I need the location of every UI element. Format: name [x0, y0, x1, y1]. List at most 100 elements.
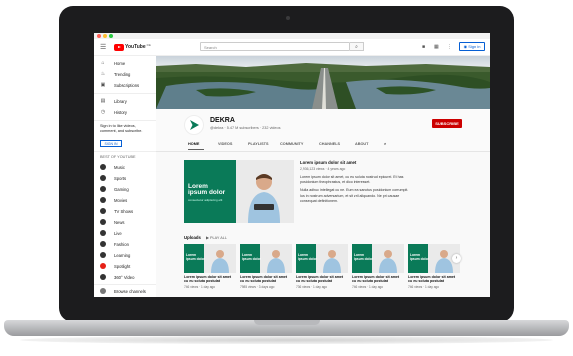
best-of-heading: BEST OF YOUTUBE	[100, 155, 136, 159]
sidebar-item-home[interactable]: ⌂ Home	[100, 59, 125, 67]
laptop-base	[4, 320, 569, 336]
video-card[interactable]: Lorem ipsum dolor Lorem ipsum dolor sit a…	[240, 244, 292, 289]
featured-desc-paragraph: Nulla adhuc intellegat cu ne. Eum ea san…	[300, 188, 409, 203]
sidebar-item-movies[interactable]: Movies	[100, 196, 127, 204]
tab-home[interactable]: HOME	[188, 142, 199, 146]
sidebar-divider	[94, 120, 156, 121]
presenter-image	[379, 250, 397, 273]
youtube-topbar: ☰ YouTube DE Search ⌕ ■ ▦ ⋮ ◉ Sign in	[94, 39, 490, 56]
sports-icon	[100, 175, 106, 181]
sidebar-item-sports[interactable]: Sports	[100, 174, 126, 182]
video-card[interactable]: Lorem ipsum dolor Lorem ipsum dolor sit a…	[352, 244, 404, 289]
tab-channels[interactable]: CHANNELS	[319, 142, 340, 146]
laptop-screen: ☰ YouTube DE Search ⌕ ■ ▦ ⋮ ◉ Sign in ⌂ H…	[94, 33, 490, 297]
video-card[interactable]: Lorem ipsum dolor Lorem ipsum dolor sit a…	[184, 244, 236, 289]
video-meta: 746 views · 1 day ago	[352, 284, 384, 289]
close-dot[interactable]	[97, 34, 101, 38]
channel-avatar[interactable]	[184, 115, 204, 135]
sidebar-item-spotlight[interactable]: Spotlight	[100, 262, 130, 270]
next-arrow-icon[interactable]: ›	[452, 254, 461, 263]
video-title[interactable]: Lorem ipsum dolor sit amet cu eu soluta …	[240, 275, 292, 284]
channel-header: DEKRA @dekra · 5.47 M subscribers · 232 …	[156, 109, 490, 139]
subscribe-button[interactable]: SUBSCRIBE	[432, 119, 462, 128]
sidebar-item-label: Fashion	[114, 241, 129, 247]
sidebar-item-library[interactable]: ▤ Library	[100, 97, 127, 105]
home-icon: ⌂	[101, 60, 105, 66]
sidebar-item-live[interactable]: Live	[100, 229, 122, 237]
laptop-shadow	[20, 336, 553, 344]
video-thumbnail[interactable]: Lorem ipsum dolor	[352, 244, 404, 273]
sidebar-item-label: TV Shows	[114, 208, 134, 214]
sidebar-item-label: Browse channels	[114, 288, 146, 294]
sidebar-item-music[interactable]: Music	[100, 163, 125, 171]
gaming-icon	[100, 186, 106, 192]
search-button[interactable]: ⌕	[350, 42, 364, 51]
tab-about[interactable]: ABOUT	[355, 142, 369, 146]
sidebar-item-fashion[interactable]: Fashion	[100, 240, 129, 248]
featured-title[interactable]: Lorem ipsum dolor sit amet	[300, 160, 356, 165]
thumbnail-headline: Lorem ipsum dolor	[410, 253, 429, 261]
channel-content: Lorem ipsum dolor consectetur adipiscing …	[156, 152, 490, 297]
featured-video-thumbnail[interactable]: Lorem ipsum dolor consectetur adipiscing …	[184, 160, 294, 223]
video-title[interactable]: Lorem ipsum dolor sit amet cu eu soluta …	[296, 275, 348, 284]
movies-icon	[100, 197, 106, 203]
sidebar-item-subscriptions[interactable]: ▣ Subscriptions	[100, 81, 140, 89]
minimize-dot[interactable]	[103, 34, 107, 38]
maximize-dot[interactable]	[109, 34, 113, 38]
uploads-heading[interactable]: Uploads	[184, 235, 201, 240]
sidebar-item-browse-channels[interactable]: Browse channels	[100, 287, 146, 295]
more-vertical-icon[interactable]: ⋮	[447, 44, 452, 50]
sidebar-item-360-video[interactable]: 360° Video	[100, 273, 134, 281]
thumbnail-headline: Lorem ipsum dolor	[354, 253, 373, 261]
sidebar-item-history[interactable]: ◷ History	[100, 108, 127, 116]
tab-playlists[interactable]: PLAYLISTS	[248, 142, 269, 146]
library-icon: ▤	[100, 98, 106, 104]
sidebar-item-label: Sports	[114, 175, 127, 181]
search-input[interactable]: Search	[200, 42, 350, 51]
video-thumbnail[interactable]: Lorem ipsum dolor	[296, 244, 348, 273]
plus-circle-icon	[100, 288, 106, 294]
video-thumbnail[interactable]: Lorem ipsum dolor	[184, 244, 236, 273]
play-all-button[interactable]: ▶ PLAY ALL	[206, 235, 227, 240]
video-thumbnail[interactable]: Lorem ipsum dolor	[240, 244, 292, 273]
topbar-sign-in-button[interactable]: ◉ Sign in	[459, 42, 485, 51]
video-card[interactable]: Lorem ipsum dolor Lorem ipsum dolor sit a…	[296, 244, 348, 289]
channel-search-icon[interactable]: ⌕	[384, 142, 386, 146]
spotlight-icon	[100, 263, 106, 269]
hamburger-menu-icon[interactable]: ☰	[100, 43, 106, 51]
sidebar-item-tv-shows[interactable]: TV Shows	[100, 207, 133, 215]
sidebar-item-learning[interactable]: Learning	[100, 251, 130, 259]
video-title[interactable]: Lorem ipsum dolor sit amet cu eu soluta …	[352, 275, 404, 284]
sidebar-item-label: Music	[114, 164, 125, 170]
sidebar-item-gaming[interactable]: Gaming	[100, 185, 129, 193]
presenter-image	[267, 250, 285, 273]
sidebar-item-label: Library	[114, 98, 127, 104]
flame-icon: ♨	[100, 71, 106, 77]
presenter-image	[323, 250, 341, 273]
video-card[interactable]: Lorem ipsum dolor Lorem ipsum dolor sit a…	[408, 244, 460, 289]
sidebar-item-label: History	[114, 109, 128, 115]
video-title[interactable]: Lorem ipsum dolor sit amet cu eu soluta …	[408, 275, 460, 284]
camera-icon[interactable]: ■	[422, 44, 425, 50]
sidebar-divider	[94, 93, 156, 94]
sidebar-item-label: Spotlight	[114, 263, 131, 269]
tv-icon	[100, 208, 106, 214]
subscriptions-icon: ▣	[100, 82, 106, 88]
sidebar-item-news[interactable]: News	[100, 218, 124, 226]
youtube-logo[interactable]: YouTube DE	[114, 43, 151, 51]
webcam	[286, 16, 290, 20]
video-title[interactable]: Lorem ipsum dolor sit amet cu eu soluta …	[184, 275, 236, 284]
sidebar-divider	[94, 284, 156, 285]
sidebar-sign-in-button[interactable]: SIGN IN	[100, 140, 122, 147]
thumbnail-subline: consectetur adipiscing elit	[188, 198, 223, 202]
channel-tabs: HOME VIDEOS PLAYLISTS COMMUNITY CHANNELS…	[156, 139, 490, 152]
tab-community[interactable]: COMMUNITY	[280, 142, 303, 146]
apps-icon[interactable]: ▦	[434, 44, 439, 50]
thumbnail-headline: Lorem ipsum dolor	[242, 253, 261, 261]
active-tab-indicator	[188, 149, 204, 150]
tab-videos[interactable]: VIDEOS	[218, 142, 232, 146]
fashion-icon	[100, 241, 106, 247]
sidebar-item-trending[interactable]: ♨ Trending	[100, 70, 131, 78]
dekra-logo-icon	[190, 120, 199, 130]
learning-icon	[100, 252, 106, 258]
